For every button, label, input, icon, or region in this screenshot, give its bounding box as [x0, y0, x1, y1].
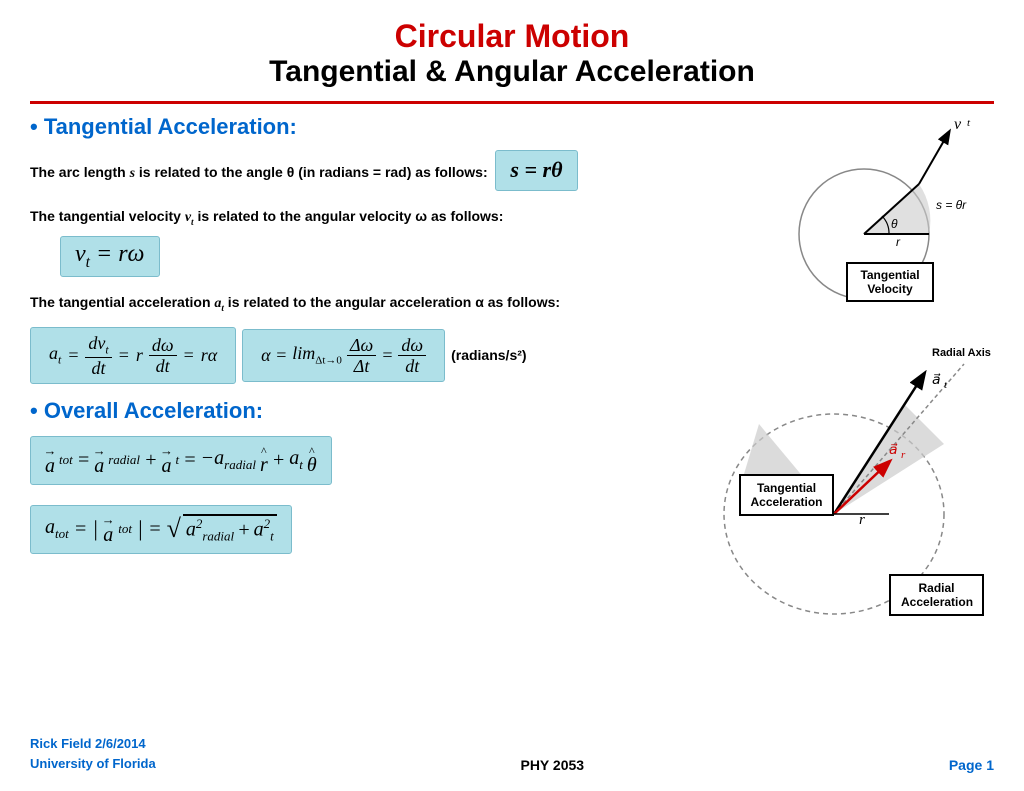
tangential-acc-text: The tangential acceleration at is relate… [30, 293, 694, 315]
svg-text:t: t [944, 379, 948, 391]
svg-text:r: r [901, 449, 906, 461]
svg-text:Radial Axis: Radial Axis [932, 347, 991, 359]
footer-page: Page 1 [949, 757, 994, 773]
title-circular-motion: Circular Motion [30, 18, 994, 55]
svg-text:θ: θ [891, 217, 898, 231]
footer-course: PHY 2053 [520, 757, 584, 773]
svg-text:s = θr: s = θr [936, 198, 967, 212]
tangential-vel-text: The tangential velocity vt is related to… [30, 207, 694, 229]
tangential-velocity-box: Tangential Velocity [846, 262, 934, 302]
header: Circular Motion Tangential & Angular Acc… [30, 0, 994, 95]
tangential-acceleration-box: Tangential Acceleration [739, 474, 834, 516]
radians-label: (radians/s²) [451, 347, 526, 363]
page: Circular Motion Tangential & Angular Acc… [0, 0, 1024, 791]
svg-text:a⃗: a⃗ [889, 443, 898, 458]
radial-acceleration-box: Radial Acceleration [889, 574, 984, 616]
arc-length-text: The arc length s is related to the angle… [30, 146, 694, 199]
formula-atot-vector: → a tot = → a radial + [30, 436, 332, 485]
section-overall: Overall Acceleration: → a tot = → [30, 398, 694, 560]
formula-vt-romega: vt = rω [60, 236, 160, 277]
heading-overall: Overall Acceleration: [30, 398, 694, 424]
formula-at-full: at = dvt dt = r dω dt [30, 327, 236, 384]
formula-alpha: α = limΔt→0 Δω Δt = dω dt [242, 329, 445, 382]
footer-author: Rick Field 2/6/2014 University of Florid… [30, 734, 156, 773]
title-tangential: Tangential & Angular Acceleration [30, 55, 994, 89]
heading-tangential: Tangential Acceleration: [30, 114, 694, 140]
divider-line [30, 101, 994, 104]
section-tangential: Tangential Acceleration: The arc length … [30, 114, 694, 390]
svg-text:t: t [967, 117, 971, 129]
svg-text:r: r [896, 235, 901, 249]
footer: Rick Field 2/6/2014 University of Florid… [30, 734, 994, 773]
formula-s-rtheta: s = rθ [495, 150, 577, 191]
formula-atot-magnitude: atot = | → a tot | = [30, 505, 292, 554]
svg-text:v: v [954, 116, 962, 133]
svg-text:a⃗: a⃗ [932, 373, 941, 388]
